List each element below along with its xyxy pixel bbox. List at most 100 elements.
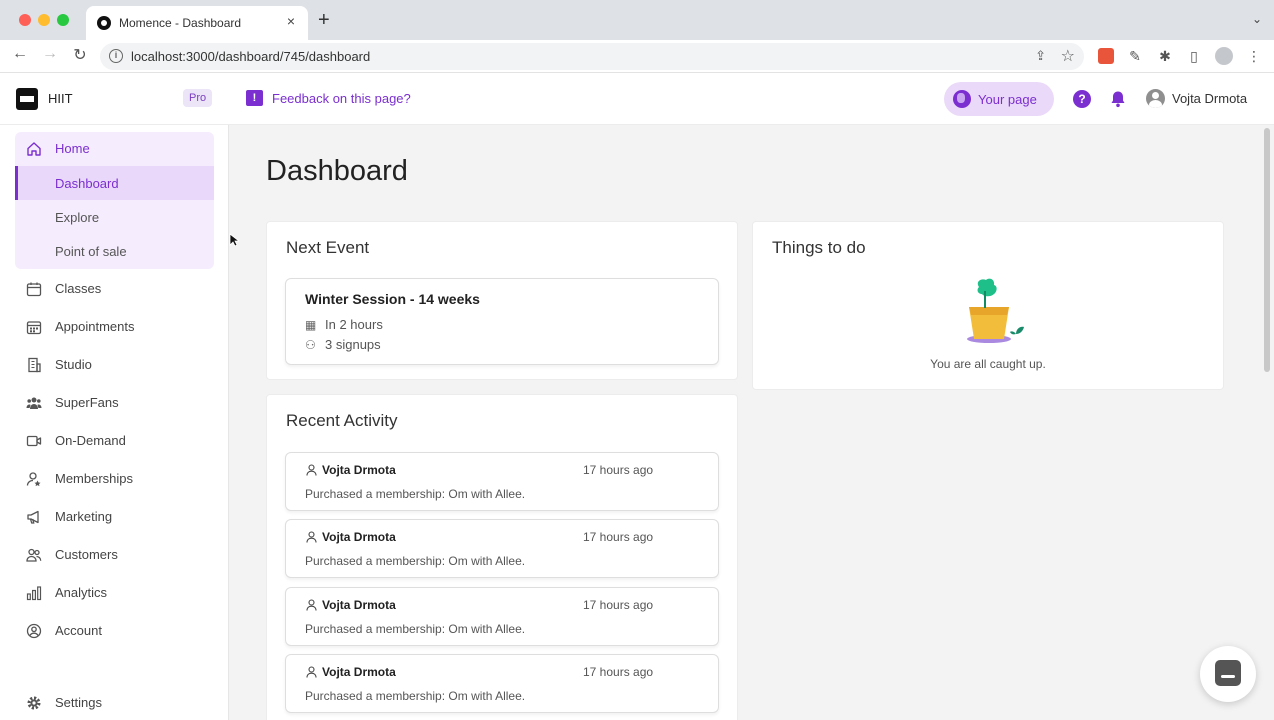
user-icon	[306, 531, 317, 543]
recent-activity-card: Recent Activity Vojta Drmota 17 hours ag…	[266, 394, 738, 720]
bookmark-star-icon[interactable]: ☆	[1061, 46, 1075, 66]
sidebar-item-home[interactable]: Home	[15, 132, 214, 166]
calendar-icon: ▦	[305, 318, 317, 332]
share-icon[interactable]: ⇪	[1035, 48, 1046, 64]
your-page-label: Your page	[978, 92, 1037, 107]
event-signups-row: ⚇ 3 signups	[305, 337, 381, 352]
reload-button[interactable]: ↻	[70, 45, 90, 65]
momence-favicon-icon	[97, 16, 111, 30]
sidebar-item-dashboard[interactable]: Dashboard	[15, 166, 214, 200]
user-avatar-icon[interactable]	[1146, 89, 1165, 108]
browser-tab-bar: Momence - Dashboard × + ⌄	[0, 0, 1274, 40]
sidebar-item-label: Point of sale	[55, 244, 127, 259]
sidebar-item-studio[interactable]: Studio	[15, 348, 214, 382]
tab-title: Momence - Dashboard	[119, 16, 242, 30]
sidebar-item-label: Explore	[55, 210, 100, 225]
extension-icon[interactable]	[1098, 48, 1114, 64]
sidebar-item-memberships[interactable]: Memberships	[15, 462, 214, 496]
activity-item[interactable]: Vojta Drmota 17 hours ago Purchased a me…	[285, 452, 719, 511]
things-to-do-card: Things to do You are all caught up.	[752, 221, 1224, 390]
things-to-do-heading: Things to do	[772, 238, 866, 257]
superfans-icon	[26, 397, 42, 409]
sidebar-item-label: On-Demand	[55, 433, 126, 448]
tab-close-icon[interactable]: ×	[282, 13, 300, 29]
site-info-icon[interactable]: i	[109, 49, 123, 63]
sidebar-item-settings[interactable]: Settings	[15, 686, 214, 720]
mouse-cursor-icon	[229, 233, 239, 247]
activity-item[interactable]: Vojta Drmota 17 hours ago Purchased a me…	[285, 519, 719, 578]
event-name: Winter Session - 14 weeks	[305, 291, 480, 307]
new-tab-button[interactable]: +	[318, 9, 330, 32]
feedback-icon[interactable]: !	[246, 90, 263, 106]
forward-button[interactable]: →	[40, 45, 60, 63]
sidebar-item-label: Home	[55, 141, 90, 156]
chat-launcher-button[interactable]	[1200, 646, 1256, 702]
back-button[interactable]: ←	[10, 45, 30, 63]
home-icon	[27, 142, 41, 156]
user-name[interactable]: Vojta Drmota	[1172, 91, 1247, 106]
sidebar-item-superfans[interactable]: SuperFans	[15, 386, 214, 420]
globe-icon	[953, 90, 971, 108]
browser-tab[interactable]: Momence - Dashboard ×	[86, 6, 308, 40]
sidebar-item-point-of-sale[interactable]: Point of sale	[15, 234, 214, 268]
activity-item[interactable]: Vojta Drmota 17 hours ago Purchased a me…	[285, 654, 719, 713]
puzzle-extensions-icon[interactable]: ✱	[1157, 48, 1173, 64]
notifications-bell-icon[interactable]	[1109, 90, 1127, 108]
scrollbar-thumb[interactable]	[1264, 128, 1270, 372]
browser-menu-icon[interactable]: ⋮	[1246, 48, 1262, 64]
close-window-button[interactable]	[19, 14, 31, 26]
tab-search-button[interactable]: ⌄	[1252, 12, 1262, 26]
sidebar-item-label: Studio	[55, 357, 92, 372]
event-time-row: ▦ In 2 hours	[305, 317, 383, 332]
sidebar-item-appointments[interactable]: Appointments	[15, 310, 214, 344]
page-scrollbar[interactable]	[1262, 126, 1272, 720]
chat-icon	[1215, 660, 1241, 686]
sidebar-item-label: Appointments	[55, 319, 135, 334]
sidebar-item-analytics[interactable]: Analytics	[15, 576, 214, 610]
plan-badge: Pro	[183, 89, 213, 107]
sidebar-item-label: Memberships	[55, 471, 134, 486]
sidebar-item-label: Analytics	[55, 585, 108, 600]
activity-user-name: Vojta Drmota	[322, 598, 396, 612]
sidebar-item-account[interactable]: Account	[15, 614, 214, 648]
gear-icon	[27, 696, 41, 710]
user-icon	[306, 464, 317, 476]
address-bar[interactable]: i localhost:3000/dashboard/745/dashboard…	[100, 43, 1084, 70]
sidebar-item-customers[interactable]: Customers	[15, 538, 214, 572]
browser-profile-icon[interactable]	[1215, 47, 1233, 65]
sidebar-item-marketing[interactable]: Marketing	[15, 500, 214, 534]
activity-timestamp: 17 hours ago	[583, 530, 654, 544]
activity-user-name: Vojta Drmota	[322, 463, 396, 477]
activity-description: Purchased a membership: Om with Allee.	[305, 622, 526, 636]
side-panel-icon[interactable]: ▯	[1186, 48, 1202, 64]
activity-timestamp: 17 hours ago	[583, 463, 654, 477]
activity-item[interactable]: Vojta Drmota 17 hours ago Purchased a me…	[285, 587, 719, 646]
activity-user-name: Vojta Drmota	[322, 530, 396, 544]
account-icon	[26, 623, 42, 639]
membership-icon	[26, 472, 41, 487]
feedback-link[interactable]: Feedback on this page?	[272, 91, 411, 106]
activity-timestamp: 17 hours ago	[583, 665, 654, 679]
sidebar-item-classes[interactable]: Classes	[15, 272, 214, 306]
sidebar-item-label: Dashboard	[55, 176, 119, 191]
studio-name[interactable]: HIIT	[48, 91, 73, 106]
your-page-button[interactable]: Your page	[944, 82, 1054, 116]
sidebar: Home Dashboard Explore Point of sale Cla…	[0, 125, 229, 720]
analytics-icon	[26, 586, 42, 601]
user-icon	[306, 666, 317, 678]
extension-icon[interactable]: ✎	[1127, 48, 1143, 64]
sidebar-item-label: Account	[55, 623, 102, 638]
maximize-window-button[interactable]	[57, 14, 69, 26]
studio-logo-icon[interactable]	[16, 88, 38, 110]
sidebar-item-label: Classes	[55, 281, 102, 296]
sidebar-item-on-demand[interactable]: On-Demand	[15, 424, 214, 458]
next-event-item[interactable]: Winter Session - 14 weeks ▦ In 2 hours ⚇ 3…	[285, 278, 719, 365]
minimize-window-button[interactable]	[38, 14, 50, 26]
activity-description: Purchased a membership: Om with Allee.	[305, 487, 526, 501]
sidebar-item-explore[interactable]: Explore	[15, 200, 214, 234]
next-event-heading: Next Event	[286, 238, 370, 257]
url-text[interactable]: localhost:3000/dashboard/745/dashboard	[131, 49, 370, 64]
help-icon[interactable]: ?	[1073, 90, 1091, 108]
activity-description: Purchased a membership: Om with Allee.	[305, 689, 526, 703]
activity-timestamp: 17 hours ago	[583, 598, 654, 612]
